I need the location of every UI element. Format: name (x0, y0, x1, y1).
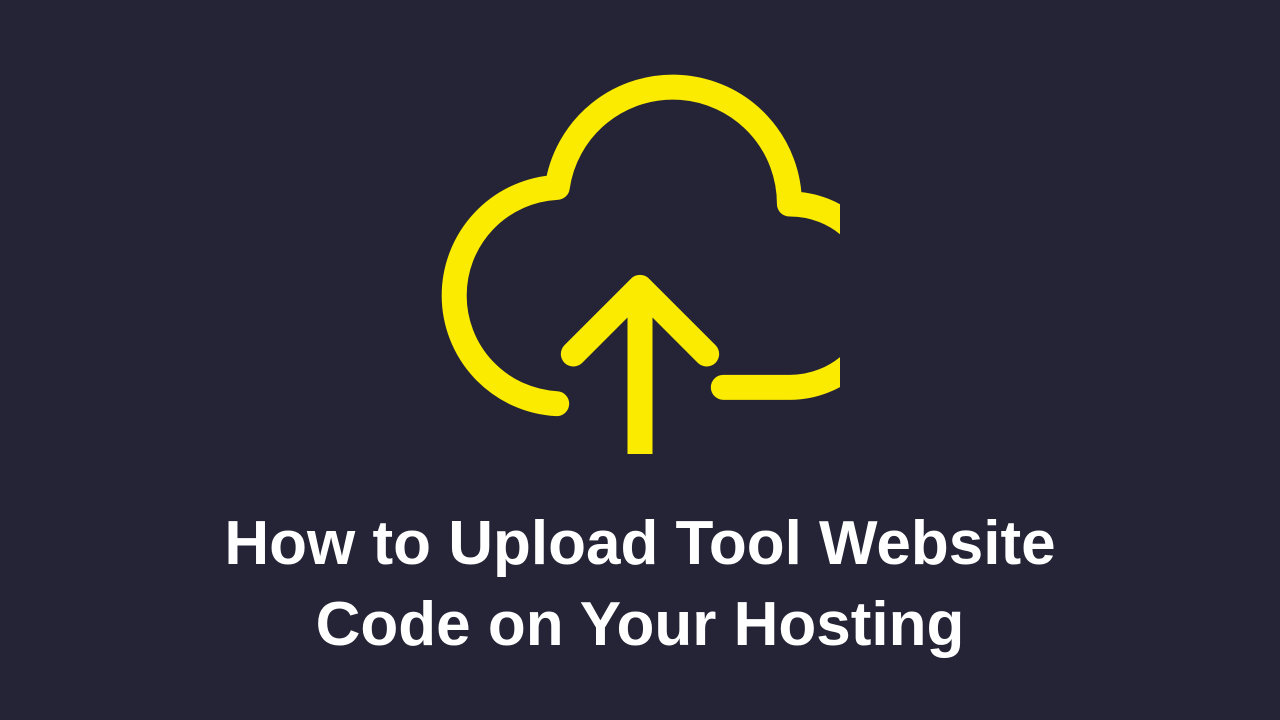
title-line-1: How to Upload Tool Website (224, 509, 1055, 578)
cloud-upload-icon (440, 54, 840, 454)
title-line-2: Code on Your Hosting (316, 590, 965, 659)
page-title: How to Upload Tool Website Code on Your … (224, 504, 1055, 665)
